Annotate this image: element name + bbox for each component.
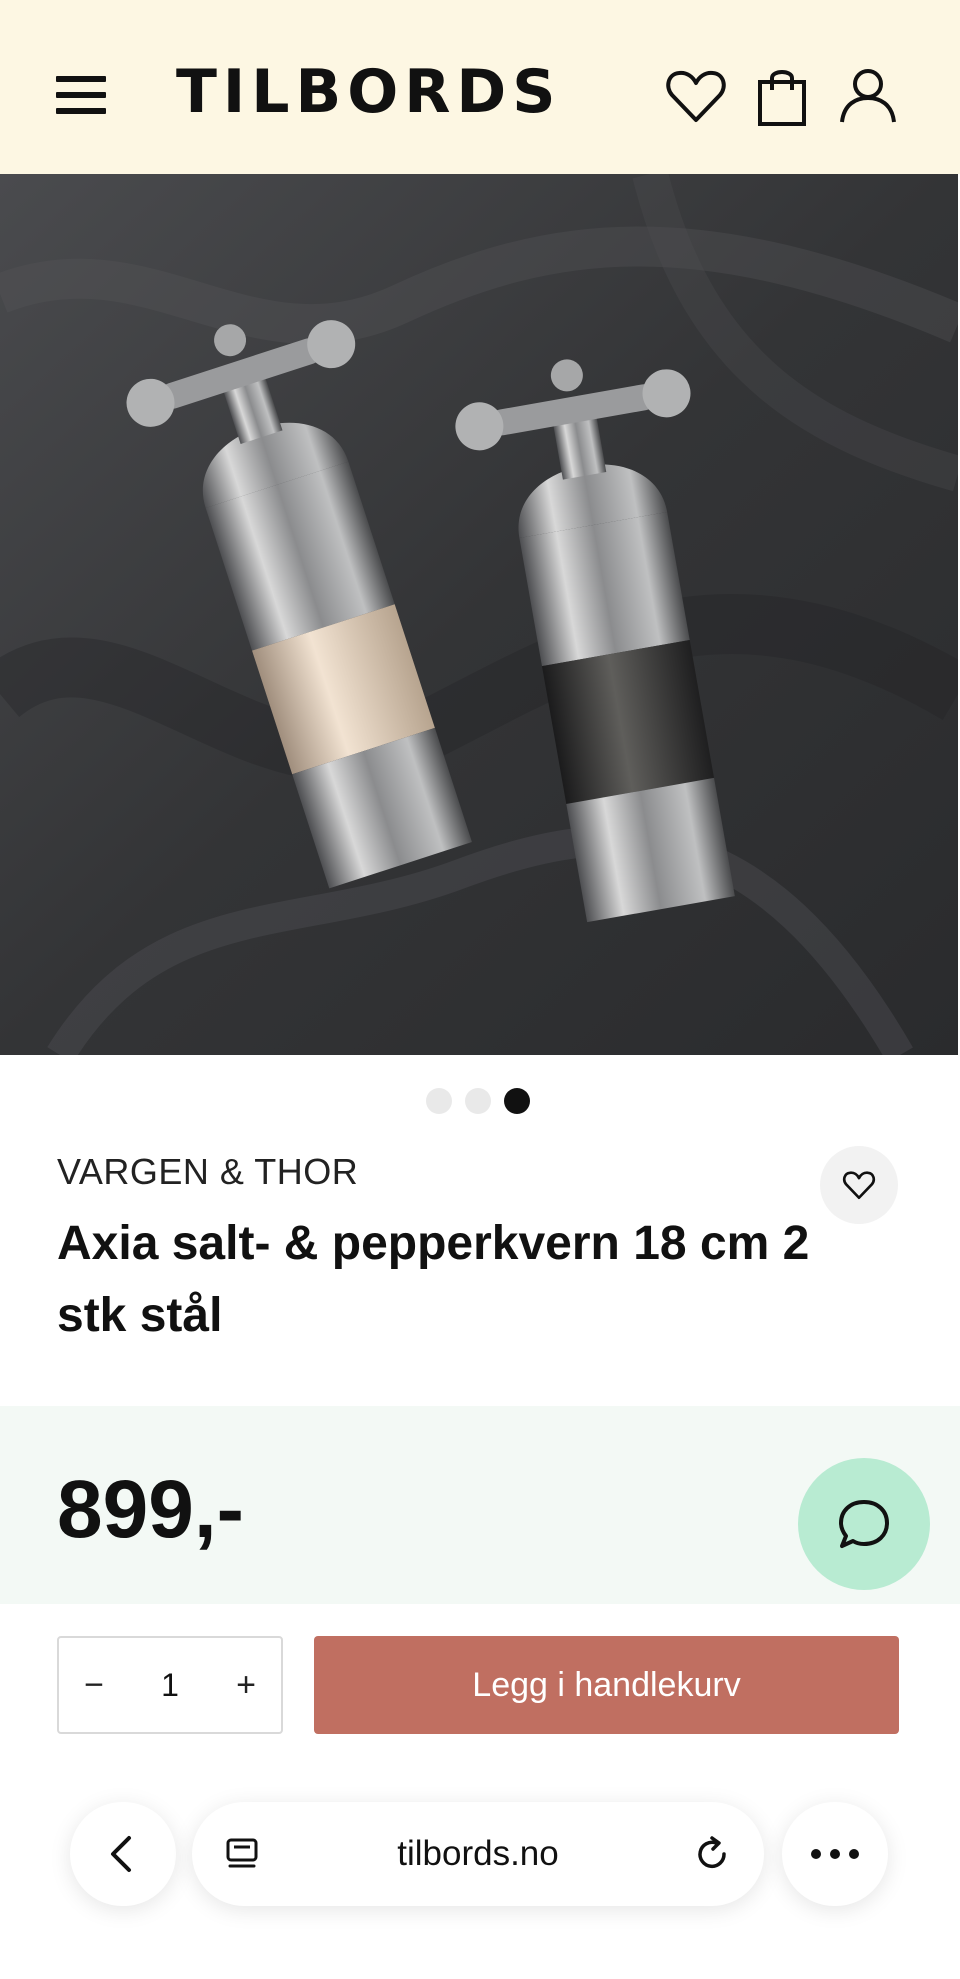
chevron-left-icon	[111, 1836, 131, 1872]
quantity-increase-button[interactable]: +	[211, 1638, 281, 1732]
quantity-decrease-button[interactable]: −	[59, 1638, 129, 1732]
chat-bubble-icon	[839, 1500, 889, 1548]
chat-button[interactable]	[798, 1458, 930, 1590]
site-header: TILBORDS	[0, 0, 960, 174]
browser-toolbar: tilbords.no	[0, 1770, 960, 1979]
site-logo[interactable]: TILBORDS	[176, 60, 561, 124]
reload-icon[interactable]	[692, 1834, 732, 1874]
carousel-dots	[0, 1088, 960, 1116]
heart-icon[interactable]	[664, 64, 728, 128]
product-image[interactable]	[0, 174, 958, 1055]
quantity-stepper: − 1 +	[57, 1636, 283, 1734]
back-button[interactable]	[70, 1802, 176, 1906]
product-brand[interactable]: VARGEN & THOR	[57, 1150, 358, 1194]
carousel-dot[interactable]	[426, 1088, 452, 1114]
carousel-dot-active[interactable]	[504, 1088, 530, 1114]
add-to-cart-button[interactable]: Legg i handlekurv	[314, 1636, 899, 1734]
url-text[interactable]: tilbords.no	[192, 1802, 764, 1906]
user-icon[interactable]	[836, 64, 900, 128]
heart-icon	[842, 1171, 876, 1200]
product-title: Axia salt- & pepperkvern 18 cm 2 stk stå…	[57, 1217, 810, 1342]
more-icon	[811, 1849, 859, 1859]
price-section: 899,-	[0, 1406, 960, 1604]
menu-icon[interactable]	[56, 72, 108, 118]
carousel-dot[interactable]	[465, 1088, 491, 1114]
more-options-button[interactable]	[782, 1802, 888, 1906]
address-bar[interactable]: tilbords.no	[192, 1802, 764, 1906]
shopping-bag-icon[interactable]	[750, 64, 814, 128]
quantity-value[interactable]: 1	[129, 1638, 211, 1732]
product-price: 899,-	[57, 1464, 244, 1555]
